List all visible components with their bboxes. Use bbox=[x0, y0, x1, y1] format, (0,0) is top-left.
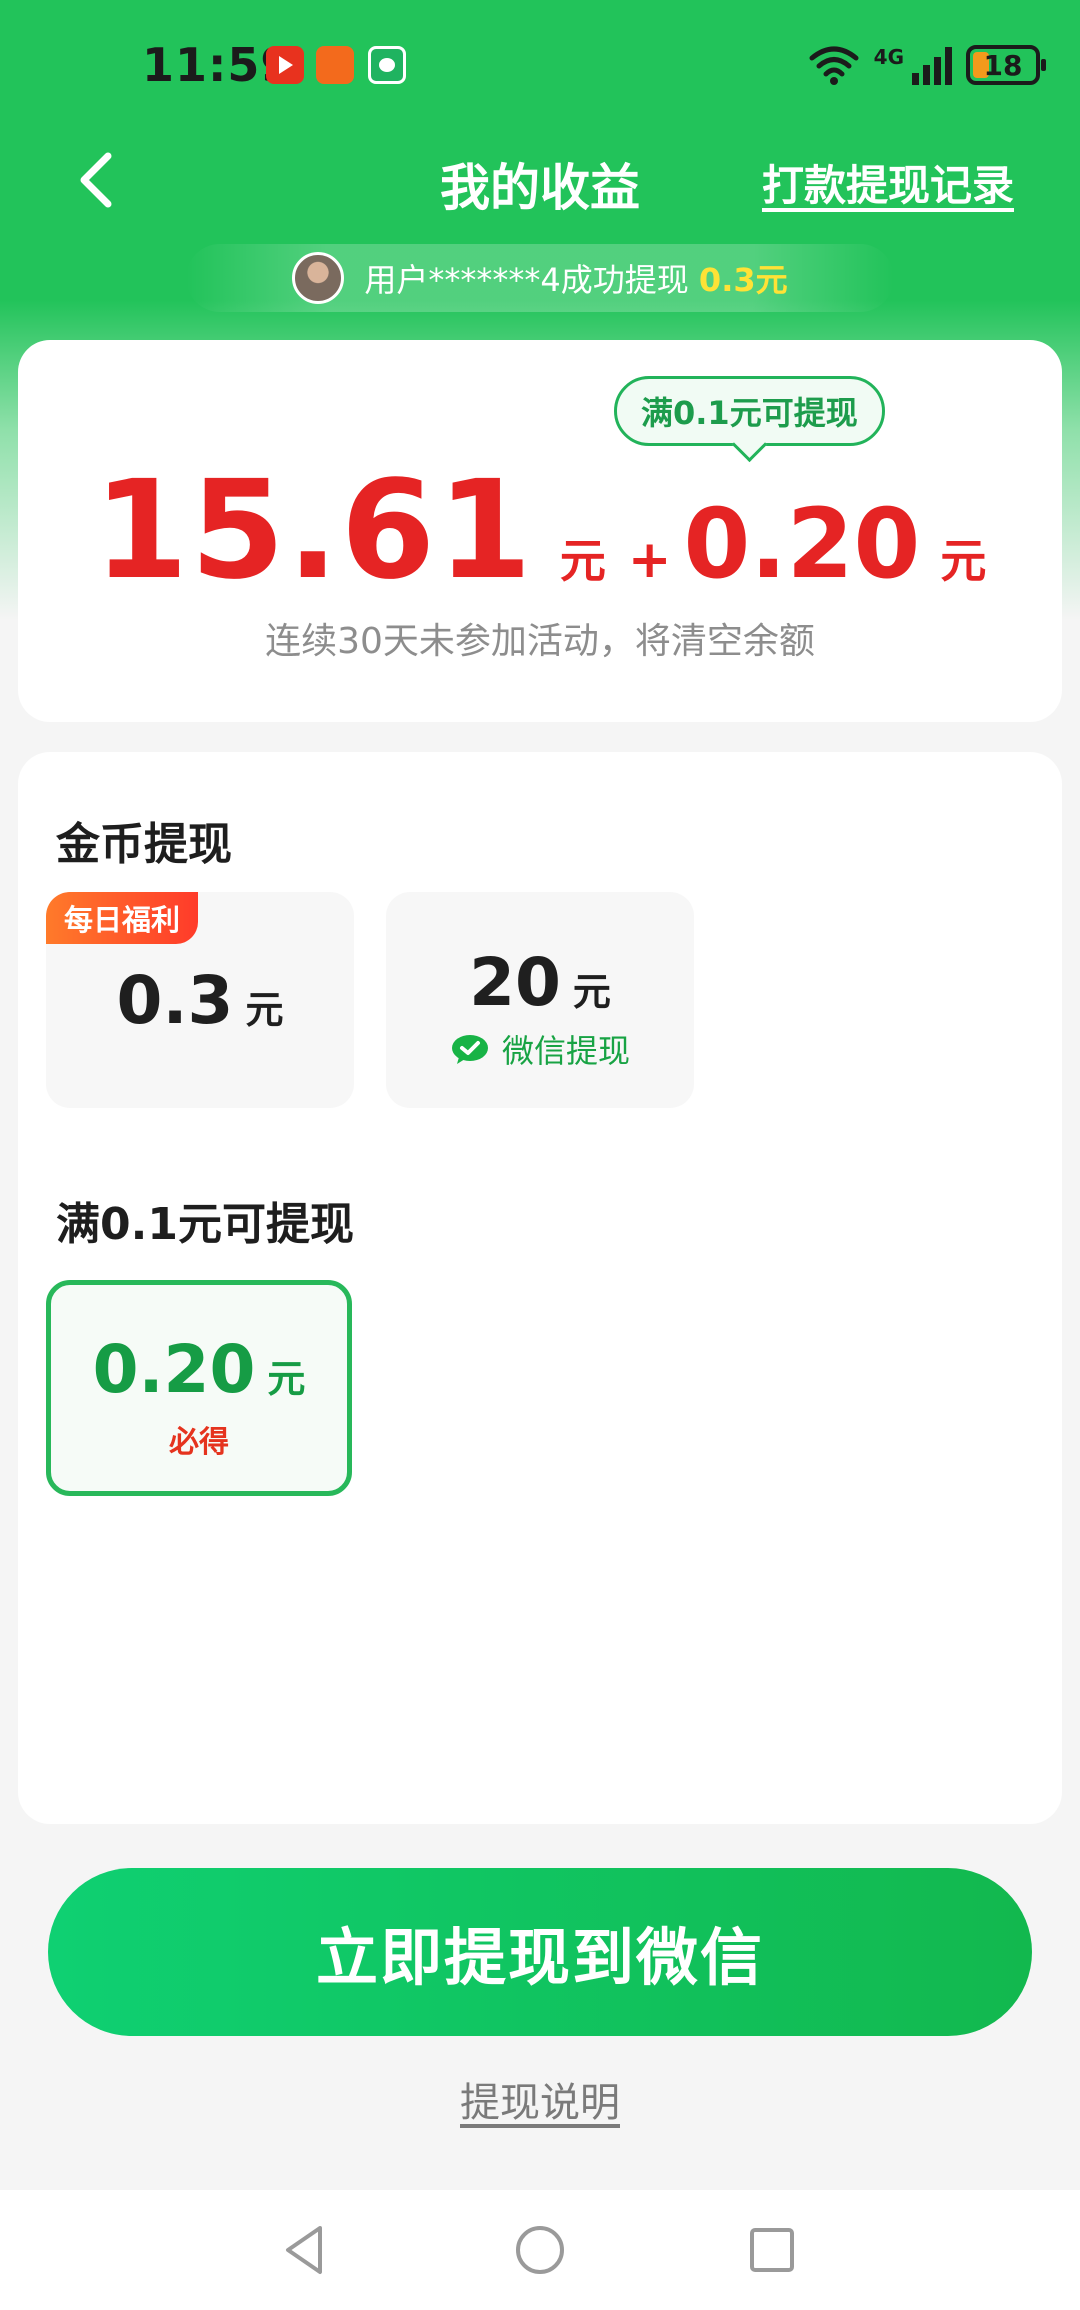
wifi-icon bbox=[809, 46, 859, 85]
nav-home-icon[interactable] bbox=[508, 2218, 572, 2282]
daily-welfare-badge: 每日福利 bbox=[46, 892, 199, 944]
guaranteed-tag: 必得 bbox=[169, 1425, 229, 1460]
main-balance: 15.61 bbox=[93, 452, 534, 610]
bonus-balance: 0.20 bbox=[683, 488, 921, 600]
option-amount-value: 0.20 bbox=[92, 1331, 256, 1408]
min-withdraw-bubble: 满0.1元可提现 bbox=[614, 376, 885, 446]
withdraw-options-card: 金币提现 每日福利 0.3 元 20 元 微信提现 满0.1元可提现 0.20 … bbox=[18, 752, 1062, 1824]
status-bar: 11:59 4G 18 bbox=[0, 0, 1080, 130]
wechat-withdraw-tag: 微信提现 bbox=[386, 1026, 694, 1072]
system-nav-bar bbox=[0, 2190, 1080, 2310]
balance-card: 满0.1元可提现 15.61 元 + 0.20 元 连续30天未参加活动，将清空… bbox=[18, 340, 1062, 722]
ticker-text: 用户*******4成功提现 bbox=[364, 261, 689, 299]
status-indicators: 4G 18 bbox=[808, 40, 1046, 90]
option-amount-unit: 元 bbox=[267, 1357, 306, 1401]
withdraw-option-guaranteed[interactable]: 0.20 元 必得 bbox=[46, 1280, 352, 1496]
withdraw-records-link[interactable]: 打款提现记录 bbox=[762, 152, 1014, 213]
option-amount-unit: 元 bbox=[245, 988, 284, 1032]
withdraw-ticker: 用户*******4成功提现 0.3元 bbox=[186, 244, 894, 312]
balance-expiry-note: 连续30天未参加活动，将清空余额 bbox=[265, 621, 815, 662]
nav-back-icon[interactable] bbox=[274, 2218, 338, 2282]
news-app-icon bbox=[316, 46, 354, 84]
network-type: 4G bbox=[873, 45, 904, 69]
page: 11:59 4G 18 我的收益 打款提现记录 用户*******4成功提现 0… bbox=[0, 0, 1080, 2310]
signal-icon bbox=[912, 45, 952, 85]
option-amount-unit: 元 bbox=[572, 970, 611, 1014]
withdraw-option-wechat[interactable]: 20 元 微信提现 bbox=[386, 892, 694, 1108]
main-balance-unit: 元 bbox=[559, 534, 606, 588]
option-amount-value: 0.3 bbox=[116, 962, 234, 1039]
battery-icon: 18 bbox=[966, 45, 1046, 85]
coin-withdraw-title: 金币提现 bbox=[56, 819, 232, 870]
option-amount: 0.20 元 bbox=[51, 1331, 347, 1408]
ticker-amount: 0.3元 bbox=[698, 261, 788, 299]
option-amount: 20 元 bbox=[386, 944, 694, 1021]
chat-app-icon bbox=[368, 46, 406, 84]
withdraw-explanation-link[interactable]: 提现说明 bbox=[0, 2070, 1080, 2128]
avatar bbox=[292, 252, 345, 304]
battery-level: 18 bbox=[983, 48, 1023, 82]
plus-sign: + bbox=[627, 530, 672, 590]
nav-recent-apps-icon[interactable] bbox=[740, 2218, 804, 2282]
withdraw-to-wechat-button[interactable]: 立即提现到微信 bbox=[48, 1868, 1032, 2036]
option-amount-value: 20 bbox=[469, 944, 561, 1021]
bonus-balance-unit: 元 bbox=[940, 534, 987, 588]
wechat-withdraw-label: 微信提现 bbox=[501, 1032, 630, 1070]
min-withdraw-title: 满0.1元可提现 bbox=[56, 1199, 354, 1250]
video-app-icon bbox=[266, 46, 304, 84]
balance-amount: 15.61 元 + 0.20 元 bbox=[18, 452, 1062, 610]
option-amount: 0.3 元 bbox=[46, 962, 354, 1039]
withdraw-option-daily[interactable]: 每日福利 0.3 元 bbox=[46, 892, 354, 1108]
wechat-icon bbox=[451, 1035, 488, 1064]
ticker-message: 用户*******4成功提现 0.3元 bbox=[364, 255, 787, 301]
